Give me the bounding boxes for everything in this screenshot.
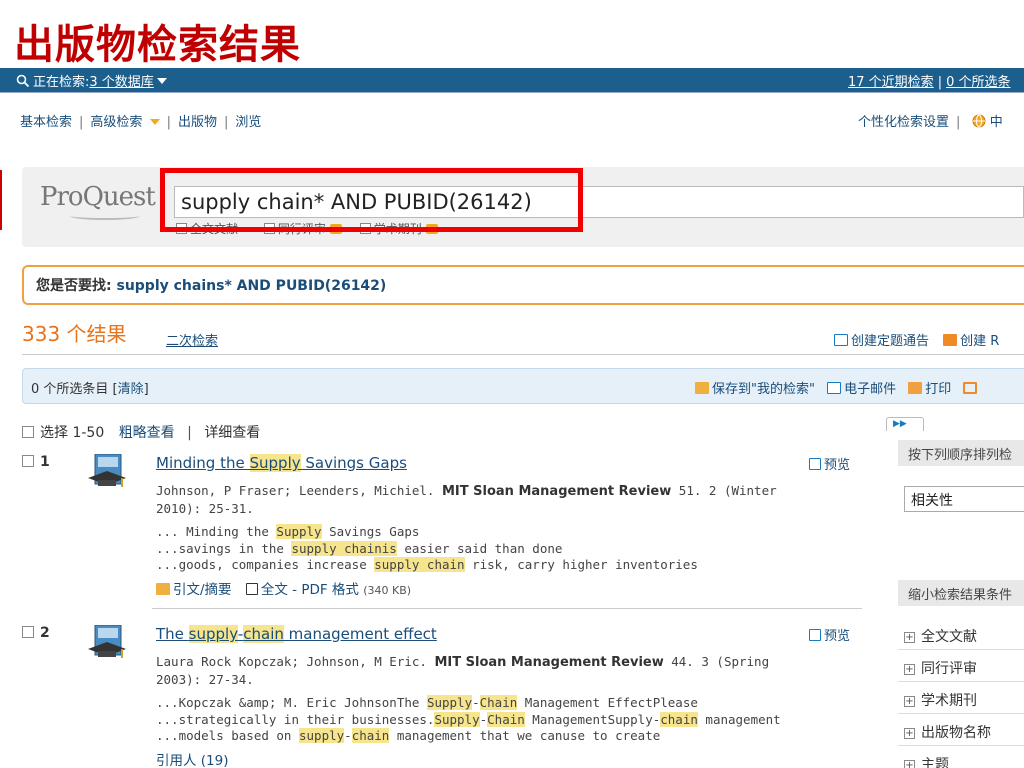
divider (152, 608, 862, 609)
abstract-link[interactable]: 引文/摘要 (173, 582, 232, 598)
print-button[interactable]: 打印 (925, 382, 951, 397)
create-alert-link[interactable]: 创建定题通告 (851, 334, 929, 349)
facet-peer-reviewed[interactable]: + 同行评审 (898, 650, 1024, 682)
mail-icon (834, 334, 848, 346)
expand-icon: + (904, 760, 915, 768)
select-range-label: 选择 1-50 (40, 425, 105, 441)
result-item: 2 The supply-chain management effect 预览 … (22, 625, 862, 768)
preview-icon (809, 458, 821, 470)
select-all-checkbox[interactable] (22, 426, 34, 438)
sort-panel: 按下列顺序排列检 相关性 (898, 440, 1024, 512)
rss-icon (943, 334, 958, 346)
slide-accent-mark (0, 170, 2, 230)
language-link[interactable]: 中 (990, 115, 1003, 130)
expand-icon: + (904, 728, 915, 739)
clear-selection-link[interactable]: 清除 (118, 382, 144, 397)
sort-heading: 按下列顺序排列检 (898, 440, 1024, 466)
search-icon (16, 74, 30, 87)
result-item: 1 Minding the Supply Savings Gaps 预览 Joh… (22, 454, 862, 604)
search-status-bar: 正在检索: 3 个数据库 17 个近期检索 | 0 个所选条 (0, 68, 1024, 92)
result-snippet: ... Minding the Supply Savings Gaps ...s… (156, 524, 698, 572)
cite-icon (963, 382, 978, 394)
cited-by-link[interactable]: 引用人 (19) (156, 753, 229, 768)
facet-fulltext[interactable]: + 全文文献 (898, 618, 1024, 650)
preview-button[interactable]: 预览 (809, 625, 850, 644)
nav-advanced-search[interactable]: 高级检索 (90, 115, 142, 130)
nav-basic-search[interactable]: 基本检索 (20, 115, 72, 130)
expand-icon: + (904, 664, 915, 675)
databases-link[interactable]: 3 个数据库 (89, 71, 153, 90)
personalize-link[interactable]: 个性化检索设置 (858, 115, 949, 130)
globe-icon[interactable] (972, 114, 986, 128)
full-text-pdf-link[interactable]: 全文 - PDF 格式 (261, 582, 359, 598)
result-citation: Laura Rock Kopczak; Johnson, M Eric. MIT… (156, 654, 770, 687)
slide-title: 出版物检索结果 (14, 21, 301, 68)
scholarly-journal-icon (88, 454, 126, 487)
mail-icon (827, 382, 842, 394)
result-title-link[interactable]: Minding the Supply Savings Gaps (156, 454, 407, 472)
detail-view-label[interactable]: 详细查看 (204, 425, 260, 441)
result-citation: Johnson, P Fraser; Leenders, Michiel. MI… (156, 483, 777, 516)
divider (22, 354, 1024, 355)
facet-publication-title[interactable]: + 出版物名称 (898, 714, 1024, 746)
create-rss-link[interactable]: 创建 R (960, 334, 999, 349)
abstract-icon (156, 583, 170, 595)
print-icon (908, 382, 923, 394)
preview-button[interactable]: 预览 (809, 454, 850, 473)
nav-browse[interactable]: 浏览 (235, 115, 261, 130)
result-number: 2 (40, 625, 50, 641)
topbar-separator: | (937, 75, 943, 90)
brief-view-link[interactable]: 粗略查看 (119, 425, 175, 441)
result-checkbox[interactable] (22, 626, 34, 638)
list-header: 选择 1-50 粗略查看 | 详细查看 (22, 422, 260, 442)
expand-icon: + (904, 632, 915, 643)
recent-searches-link[interactable]: 17 个近期检索 (848, 75, 934, 90)
sort-select[interactable]: 相关性 (904, 486, 1024, 512)
nav-publications[interactable]: 出版物 (178, 115, 217, 130)
chevron-down-icon[interactable] (156, 77, 167, 85)
facet-subject[interactable]: + 主题 (898, 746, 1024, 768)
sidebar-toggle[interactable]: ▶▶ (886, 417, 924, 431)
result-count: 333 个结果 (22, 322, 127, 346)
refine-search-link[interactable]: 二次检索 (166, 330, 218, 349)
did-you-mean-suggestion[interactable]: supply chains* AND PUBID(26142) (116, 278, 386, 294)
pdf-icon (245, 583, 258, 595)
selection-bar: 0 个所选条目 [清除] 保存到"我的检索" 电子邮件 打印 (22, 368, 1024, 404)
chevron-down-icon[interactable] (149, 118, 160, 126)
annotation-highlight-box (160, 168, 583, 232)
result-actions: 创建定题通告 创建 R (834, 330, 999, 349)
did-you-mean-label: 您是否要找: (36, 278, 117, 294)
expand-icon: + (904, 696, 915, 707)
result-title-link[interactable]: The supply-chain management effect (156, 625, 437, 643)
main-nav: 基本检索 | 高级检索 | 出版物 | 浏览 个性化检索设置 | 中 (0, 92, 1024, 144)
pdf-size: (340 KB) (363, 584, 412, 597)
did-you-mean-box: 您是否要找: supply chains* AND PUBID(26142) (22, 265, 1024, 305)
result-snippet: ...Kopczak &amp; M. Eric JohnsonThe Supp… (156, 695, 781, 743)
selected-count: 0 个所选条目 [ (31, 382, 118, 397)
searching-label: 正在检索: (33, 75, 90, 90)
folder-icon (695, 382, 709, 394)
selected-items-link[interactable]: 0 个所选条 (946, 75, 1010, 90)
proquest-logo: ProQuest (40, 182, 156, 220)
result-checkbox[interactable] (22, 455, 34, 467)
narrow-results-heading: 缩小检索结果条件 (898, 580, 1024, 606)
save-to-my-research-button[interactable]: 保存到"我的检索" (712, 382, 815, 397)
result-number: 1 (40, 454, 50, 470)
preview-icon (809, 629, 821, 641)
scholarly-journal-icon (88, 625, 126, 658)
facet-scholarly[interactable]: + 学术期刊 (898, 682, 1024, 714)
email-button[interactable]: 电子邮件 (844, 382, 896, 397)
